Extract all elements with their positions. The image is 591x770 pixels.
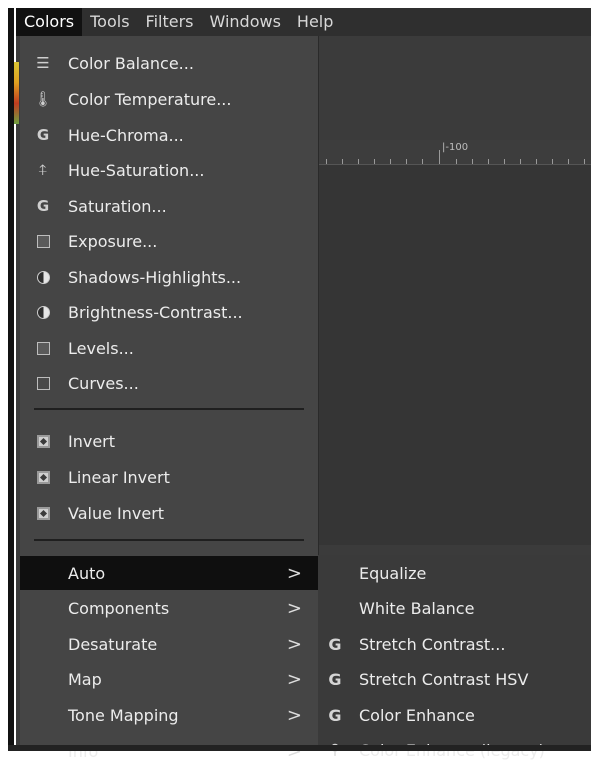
menu-tools[interactable]: Tools — [82, 8, 137, 36]
menu-item-label: Auto — [68, 563, 106, 583]
shadows-highlights-icon — [34, 268, 52, 286]
color-balance-icon: ☰ — [36, 54, 50, 72]
menu-item-label: Levels... — [68, 338, 134, 358]
menu-item-label: Brightness-Contrast... — [68, 302, 243, 322]
menu-item-label: Saturation... — [68, 196, 167, 216]
menu-help[interactable]: Help — [289, 8, 341, 36]
menu-item-value-invert[interactable]: Value Invert — [20, 496, 318, 530]
menu-item-exposure[interactable]: Exposure... — [20, 224, 318, 258]
gegl-icon: G — [328, 705, 342, 725]
invert-icon — [34, 432, 52, 450]
chevron-right-icon: > — [286, 740, 302, 762]
menu-item-label: Value Invert — [68, 503, 165, 523]
menu-item-desaturate[interactable]: Desaturate > — [20, 627, 318, 661]
menu-colors[interactable]: Colors — [16, 8, 83, 36]
menu-item-brightness-contrast[interactable]: Brightness-Contrast... — [20, 295, 318, 329]
menu-item-label: Equalize — [359, 563, 427, 583]
menu-item-shadows-highlights[interactable]: Shadows-Highlights... — [20, 260, 318, 294]
menu-item-label: Map — [68, 669, 102, 689]
exposure-icon — [34, 232, 52, 250]
gegl-icon: G — [36, 197, 50, 215]
menu-separator — [34, 408, 304, 410]
menu-item-label: Exposure... — [68, 231, 158, 251]
menu-item-label: Stretch Contrast... — [359, 634, 506, 654]
colors-menu: ☰ Color Balance... 🌡 Color Temperature..… — [20, 36, 319, 762]
menu-windows[interactable]: Windows — [202, 8, 289, 36]
menu-item-label: Curves... — [68, 373, 139, 393]
menu-separator — [34, 539, 304, 541]
menu-item-label: White Balance — [359, 598, 475, 618]
curves-icon — [34, 374, 52, 392]
chevron-right-icon: > — [286, 597, 302, 619]
menu-item-label: Hue-Chroma... — [68, 125, 184, 145]
horizontal-ruler[interactable]: |-100 — [318, 140, 591, 165]
submenu-item-stretch-contrast[interactable]: G Stretch Contrast... — [318, 627, 591, 661]
menu-item-curves[interactable]: Curves... — [20, 366, 318, 400]
menu-item-label: Desaturate — [68, 634, 158, 654]
menu-item-components[interactable]: Components > — [20, 591, 318, 625]
chevron-right-icon: > — [286, 633, 302, 655]
menu-item-info[interactable]: Info > — [20, 734, 318, 768]
submenu-item-white-balance[interactable]: White Balance — [318, 591, 591, 625]
menu-item-label: Invert — [68, 431, 116, 451]
menu-item-label: Linear Invert — [68, 467, 170, 487]
menu-item-label: Color Balance... — [68, 53, 194, 73]
menu-item-levels[interactable]: Levels... — [20, 331, 318, 365]
menu-item-hue-saturation[interactable]: ⍏ Hue-Saturation... — [20, 153, 318, 187]
menu-item-color-balance[interactable]: ☰ Color Balance... — [20, 46, 318, 80]
menu-item-label: Stretch Contrast HSV — [359, 669, 529, 689]
menu-item-label: Components — [68, 598, 170, 618]
menu-item-hue-chroma[interactable]: G Hue-Chroma... — [20, 118, 318, 152]
menu-item-tone-mapping[interactable]: Tone Mapping > — [20, 698, 318, 732]
menu-item-auto[interactable]: Auto > — [20, 556, 318, 590]
submenu-item-equalize[interactable]: Equalize — [318, 556, 591, 590]
invert-icon — [34, 504, 52, 522]
gegl-icon: G — [328, 634, 342, 654]
submenu-item-color-enhance[interactable]: G Color Enhance — [318, 698, 591, 732]
brightness-contrast-icon — [34, 303, 52, 321]
menu-item-label: Tone Mapping — [68, 705, 179, 725]
ruler-label: |-100 — [442, 142, 469, 153]
app-window: Colors Tools Filters Windows Help |-100 … — [0, 0, 591, 770]
levels-icon — [34, 339, 52, 357]
menu-item-invert[interactable]: Invert — [20, 424, 318, 458]
menu-item-linear-invert[interactable]: Linear Invert — [20, 460, 318, 494]
image-thumbnail-strip — [14, 62, 19, 124]
window-bottom-border — [8, 745, 591, 751]
hue-saturation-icon: ⍏ — [38, 161, 48, 179]
menu-item-label: Color Temperature... — [68, 89, 232, 109]
menu-item-label: Hue-Saturation... — [68, 160, 205, 180]
menu-item-label: Color Enhance — [359, 705, 475, 725]
image-canvas[interactable] — [318, 165, 591, 545]
gegl-icon: G — [328, 669, 342, 689]
chevron-right-icon: > — [286, 668, 302, 690]
menu-item-map[interactable]: Map > — [20, 662, 318, 696]
submenu-item-stretch-contrast-hsv[interactable]: G Stretch Contrast HSV — [318, 662, 591, 696]
menu-item-label: Shadows-Highlights... — [68, 267, 242, 287]
auto-submenu: Equalize White Balance G Stretch Contras… — [318, 555, 591, 760]
color-temperature-icon: 🌡 — [33, 90, 53, 108]
chevron-right-icon: > — [286, 704, 302, 726]
gegl-icon: G — [36, 126, 50, 144]
chevron-right-icon: > — [286, 562, 302, 584]
menu-item-color-temperature[interactable]: 🌡 Color Temperature... — [20, 82, 318, 116]
menu-item-saturation[interactable]: G Saturation... — [20, 189, 318, 223]
menu-filters[interactable]: Filters — [138, 8, 202, 36]
invert-icon — [34, 468, 52, 486]
menubar: Colors Tools Filters Windows Help — [16, 8, 591, 36]
